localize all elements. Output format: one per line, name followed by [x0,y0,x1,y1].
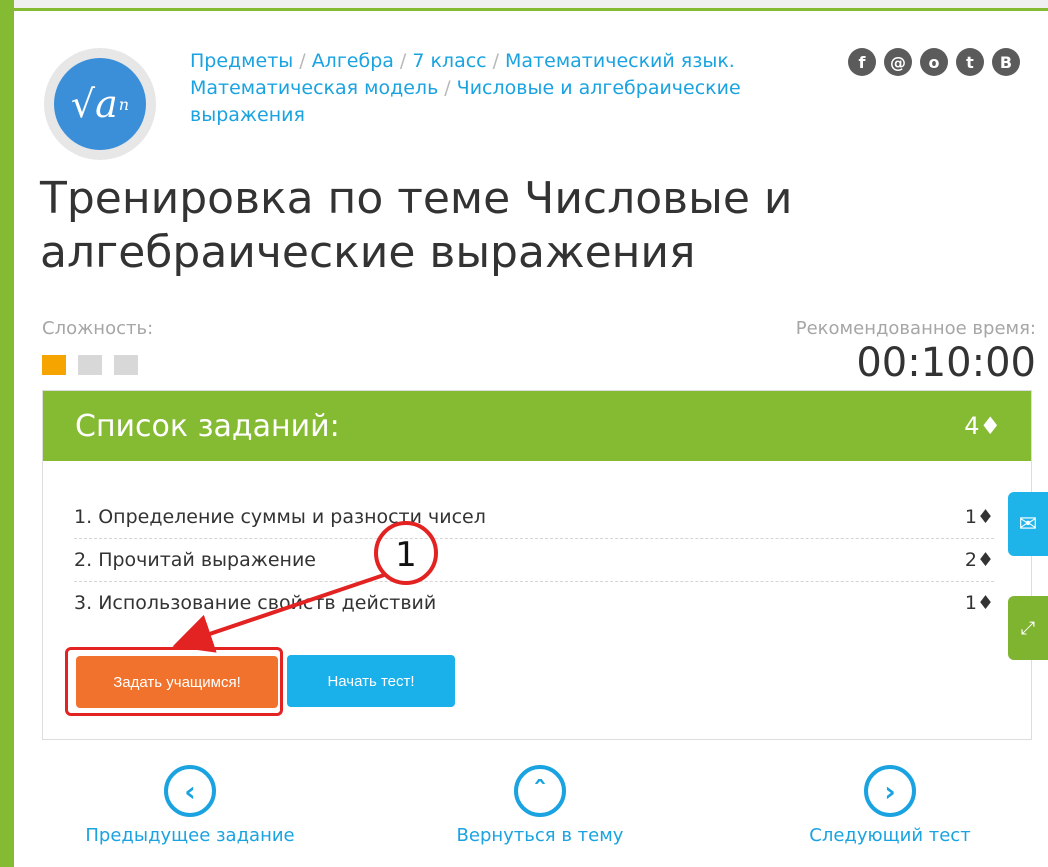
task-item-title: 3. Использование свойств действий [74,592,437,614]
task-item[interactable]: 3. Использование свойств действий 1♦ [74,582,994,624]
breadcrumb-separator: / [444,77,451,99]
annotation-highlight-box [65,647,283,716]
social-share-bar: f @ o t B [848,48,1020,76]
previous-task-link[interactable]: ‹ Предыдущее задание [60,765,320,846]
breadcrumb-algebra[interactable]: Алгебра [312,50,394,72]
subject-logo[interactable]: √ a n [44,48,156,160]
breadcrumb-separator: / [399,50,407,72]
task-item-points: 2♦ [964,549,994,571]
breadcrumb-separator: / [492,50,500,72]
back-to-topic-link[interactable]: ˆ Вернуться в тему [410,765,670,846]
next-test-link[interactable]: › Следующий тест [760,765,1020,846]
twitter-icon[interactable]: t [956,48,984,76]
start-test-button[interactable]: Начать тест! [287,655,455,707]
facebook-icon[interactable]: f [848,48,876,76]
task-list: 1. Определение суммы и разности чисел 1♦… [74,496,994,624]
difficulty-label: Сложность: [42,318,154,339]
breadcrumb-separator: / [299,50,306,72]
previous-task-label: Предыдущее задание [85,825,295,846]
breadcrumb-subjects[interactable]: Предметы [190,50,293,72]
mail-icon[interactable]: @ [884,48,912,76]
task-item-points: 1♦ [964,506,994,528]
page-title: Тренировка по теме Числовые и алгебраиче… [40,173,793,278]
next-test-label: Следующий тест [809,825,971,846]
task-list-header: Список заданий: 4♦ [43,391,1031,461]
task-item[interactable]: 2. Прочитай выражение 2♦ [74,539,994,582]
task-item-points: 1♦ [964,592,994,614]
vk-icon[interactable]: B [992,48,1020,76]
breadcrumb-grade[interactable]: 7 класс [412,50,486,72]
recommended-time-value: 00:10:00 [856,340,1036,386]
top-gap [0,0,1048,8]
side-fullscreen-icon[interactable]: ⤢ [1008,596,1048,660]
task-item-title: 1. Определение суммы и разности чисел [74,506,486,528]
left-green-border [0,0,14,867]
sqrt-power-icon: √ a n [54,58,146,150]
chevron-right-icon: › [864,765,916,817]
chevron-up-icon: ˆ [514,765,566,817]
chevron-left-icon: ‹ [164,765,216,817]
difficulty-square-active [42,355,66,375]
task-item[interactable]: 1. Определение суммы и разности чисел 1♦ [74,496,994,539]
breadcrumb: Предметы / Алгебра/7 класс / Математический … [190,48,810,129]
odnoklassniki-icon[interactable]: o [920,48,948,76]
back-to-topic-label: Вернуться в тему [456,825,624,846]
difficulty-indicator [42,355,138,375]
task-list-total-points: 4♦ [964,412,1001,440]
task-item-title: 2. Прочитай выражение [74,549,317,571]
side-feedback-mail-icon[interactable]: ✉ [1008,492,1048,556]
top-green-border [14,8,1048,11]
recommended-time-label: Рекомендованное время: [795,318,1036,339]
difficulty-square [78,355,102,375]
task-list-title: Список заданий: [75,408,340,444]
difficulty-square [114,355,138,375]
